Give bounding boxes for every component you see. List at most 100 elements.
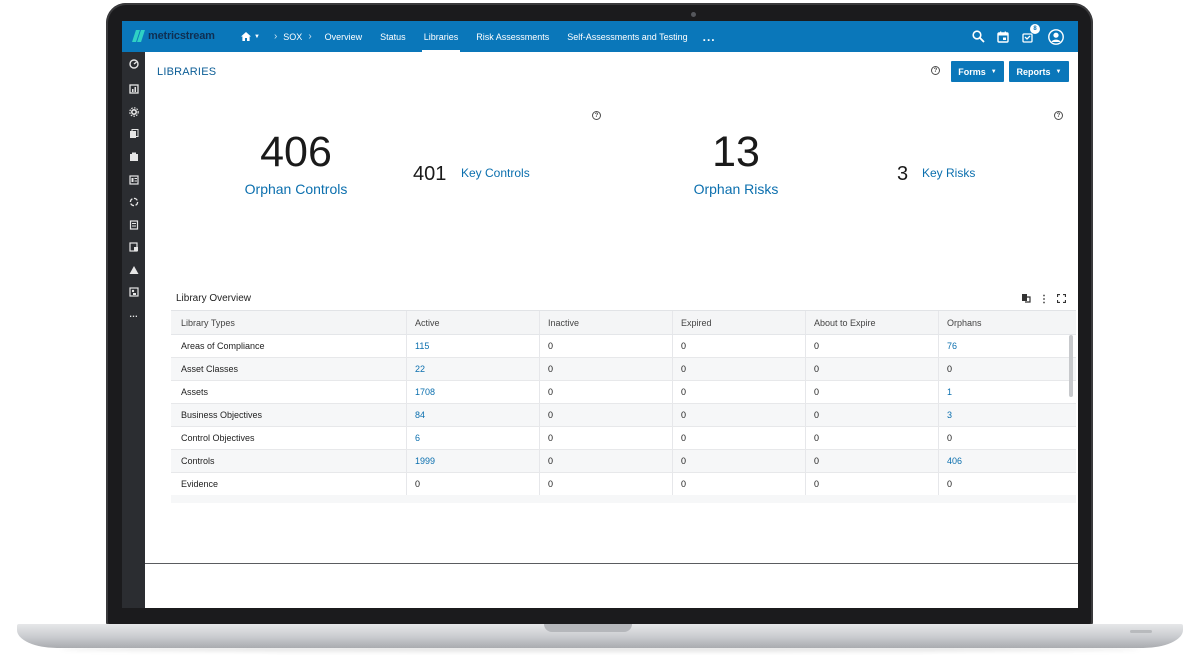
column-header-orphans[interactable]: Orphans: [939, 311, 1070, 334]
nav-item-self-assessments[interactable]: Self-Assessments and Testing: [567, 32, 687, 42]
page-title: LIBRARIES: [157, 66, 217, 78]
active-count-link[interactable]: 84: [407, 404, 540, 426]
chevron-down-icon: ▼: [1055, 68, 1062, 75]
forms-dropdown-button[interactable]: Forms ▼: [951, 61, 1004, 82]
expired-count: 0: [673, 404, 806, 426]
camera-dot: [691, 12, 696, 17]
expired-count: 0: [673, 381, 806, 403]
orphan-risks-value: 13: [712, 128, 760, 176]
warning-icon[interactable]: [127, 263, 140, 276]
tasks-icon[interactable]: [127, 285, 140, 298]
help-icon[interactable]: ?: [931, 66, 940, 75]
inactive-count: 0: [540, 358, 673, 380]
refresh-icon[interactable]: [127, 195, 140, 208]
orphans-count-link[interactable]: 3: [939, 404, 1070, 426]
reports-button-label: Reports: [1016, 66, 1051, 77]
nav-item-libraries[interactable]: Libraries: [421, 32, 460, 52]
breadcrumb-sox[interactable]: SOX: [283, 32, 302, 42]
about-to-expire-count: 0: [806, 381, 939, 403]
settings-icon[interactable]: [127, 105, 140, 118]
row-label: Assets: [171, 381, 407, 403]
key-controls-link[interactable]: Key Controls: [461, 166, 530, 180]
chevron-down-icon: ▼: [254, 33, 260, 40]
active-count-link[interactable]: 1999: [407, 450, 540, 472]
orphan-controls-link[interactable]: Orphan Controls: [205, 181, 387, 197]
column-header-library-types[interactable]: Library Types: [171, 311, 407, 334]
about-to-expire-count: 0: [806, 427, 939, 449]
active-count-link[interactable]: 22: [407, 358, 540, 380]
table-row: Control Objectives 6 0 0 0 0: [171, 427, 1076, 450]
calendar-button[interactable]: [995, 29, 1011, 45]
notifications-button[interactable]: 8: [1020, 23, 1040, 45]
row-label: Business Objectives: [171, 404, 407, 426]
brand-logo[interactable]: metricstream: [133, 30, 215, 42]
table-row: Controls 1999 0 0 0 406: [171, 450, 1076, 473]
table-header-row: Library Types Active Inactive Expired Ab…: [171, 311, 1076, 335]
documents-icon[interactable]: [127, 127, 140, 140]
key-risks-value: 3: [897, 163, 909, 185]
list-icon[interactable]: [127, 173, 140, 186]
reports-dropdown-button[interactable]: Reports ▼: [1009, 61, 1069, 82]
inactive-count: 0: [540, 404, 673, 426]
notification-count-badge: 8: [1030, 23, 1040, 34]
expired-count: 0: [673, 427, 806, 449]
column-header-expired[interactable]: Expired: [673, 311, 806, 334]
row-label: Asset Classes: [171, 358, 407, 380]
home-menu[interactable]: ▼: [241, 32, 260, 41]
export-icon[interactable]: [1021, 293, 1031, 306]
page-header: LIBRARIES ? Forms ▼ Reports ▼: [145, 52, 1078, 90]
library-overview-title: Library Overview: [176, 293, 252, 304]
app-screen: metricstream ▼ › SOX › Overview Status L…: [122, 21, 1078, 608]
laptop-slot: [1130, 630, 1152, 633]
row-label: Evidence: [171, 473, 407, 495]
library-icon[interactable]: [127, 150, 140, 163]
table-row: Business Objectives 84 0 0 0 3: [171, 404, 1076, 427]
forms-icon[interactable]: [127, 218, 140, 231]
laptop-notch: [544, 624, 632, 632]
search-button[interactable]: [970, 29, 986, 45]
active-count-link[interactable]: 115: [407, 335, 540, 357]
library-overview-tools: ⋮: [1013, 293, 1067, 306]
nav-more-button[interactable]: ...: [703, 30, 716, 44]
row-label: Control Objectives: [171, 427, 407, 449]
key-risks-link[interactable]: Key Risks: [922, 166, 975, 180]
more-icon[interactable]: …: [127, 307, 140, 320]
inactive-count: 0: [540, 450, 673, 472]
active-count-link[interactable]: 1708: [407, 381, 540, 403]
nav-item-status[interactable]: Status: [380, 32, 406, 42]
reports-icon[interactable]: [127, 82, 140, 95]
kpi-panel: ? ? 406 Orphan Controls 401 Key Controls…: [145, 90, 1078, 563]
breadcrumb-separator-icon: ›: [273, 31, 278, 42]
active-count-link[interactable]: 6: [407, 427, 540, 449]
orphans-count-link[interactable]: 1: [939, 381, 1070, 403]
expired-count: 0: [673, 450, 806, 472]
table-scrollbar[interactable]: [1069, 335, 1073, 397]
logo-mark-icon: [133, 30, 145, 42]
analytics-icon[interactable]: [127, 240, 140, 253]
dashboard-icon[interactable]: [127, 57, 140, 70]
expired-count: 0: [673, 335, 806, 357]
inactive-count: 0: [540, 473, 673, 495]
inactive-count: 0: [540, 381, 673, 403]
nav-item-overview[interactable]: Overview: [325, 32, 363, 42]
column-header-about-to-expire[interactable]: About to Expire: [806, 311, 939, 334]
about-to-expire-count: 0: [806, 358, 939, 380]
orphan-risks-link[interactable]: Orphan Risks: [665, 181, 807, 197]
nav-item-risk-assessments[interactable]: Risk Assessments: [476, 32, 549, 42]
column-header-inactive[interactable]: Inactive: [540, 311, 673, 334]
user-profile-button[interactable]: [1048, 28, 1064, 45]
expand-icon[interactable]: [1056, 293, 1067, 306]
risks-help-icon[interactable]: ?: [1054, 111, 1063, 120]
active-count: 0: [407, 473, 540, 495]
controls-help-icon[interactable]: ?: [592, 111, 601, 120]
top-icon-bar: 8: [961, 21, 1064, 52]
orphans-count-link[interactable]: 406: [939, 450, 1070, 472]
user-avatar-icon: [1048, 28, 1064, 45]
home-icon: [241, 32, 251, 41]
library-overview-table: Library Types Active Inactive Expired Ab…: [171, 310, 1076, 496]
top-navigation-bar: metricstream ▼ › SOX › Overview Status L…: [122, 21, 1078, 52]
orphans-count-link[interactable]: 76: [939, 335, 1070, 357]
more-options-icon[interactable]: ⋮: [1039, 294, 1049, 305]
row-label: Controls: [171, 450, 407, 472]
column-header-active[interactable]: Active: [407, 311, 540, 334]
